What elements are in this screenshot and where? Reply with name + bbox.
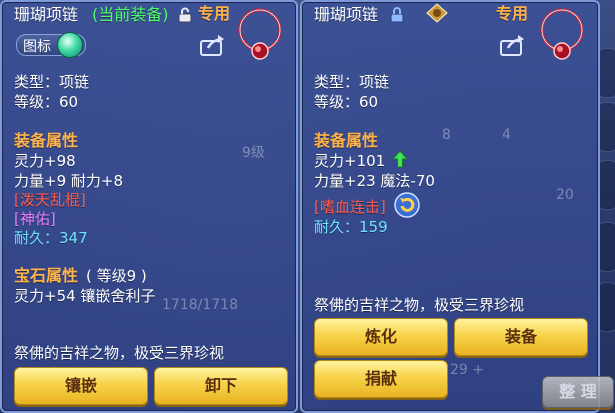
bg-level-text: 9级 — [242, 145, 265, 161]
inlay-button[interactable]: 镶嵌 — [14, 367, 148, 405]
gem-level: ( 等级9 ) — [86, 267, 147, 285]
unequip-button[interactable]: 卸下 — [154, 367, 288, 405]
attr-line-2: 力量+9 耐力+8 — [14, 172, 123, 190]
bg-num-29: 29 + — [450, 362, 484, 378]
bg-inventory-slot — [598, 160, 615, 210]
type-line: 类型：项链 — [14, 73, 90, 91]
bg-num-20: 20 — [556, 187, 574, 203]
dedicated-label: 专用 — [198, 4, 231, 23]
equipped-label: (当前装备) — [92, 5, 169, 24]
gem-header: 宝石属性 — [14, 266, 79, 285]
bg-inventory-slot — [598, 222, 615, 272]
refine-button[interactable]: 炼化 — [314, 318, 448, 356]
bg-inventory-slot — [598, 102, 615, 152]
gem-line: 灵力+54 镶嵌舍利子 — [14, 287, 156, 305]
equip-button[interactable]: 装备 — [454, 318, 588, 356]
badge-icon — [426, 3, 448, 27]
attr-line-1: 灵力+101 — [314, 152, 386, 170]
special-skill: [泼天乱棍] — [14, 191, 86, 209]
description: 祭佛的吉祥之物，极受三界珍视 — [14, 344, 225, 362]
bg-inventory-slot — [598, 48, 615, 98]
attr-header: 装备属性 — [14, 131, 79, 150]
lock-icon[interactable] — [390, 7, 404, 27]
item-name: 珊瑚项链 — [14, 5, 79, 24]
bg-num-4: 4 — [502, 127, 511, 143]
up-arrow-icon — [391, 150, 409, 172]
bg-inventory-slot — [598, 282, 615, 332]
refresh-icon[interactable] — [394, 192, 420, 222]
special-skill: [嗜血连击] — [314, 198, 386, 216]
sort-button[interactable]: 整 理 — [542, 376, 614, 408]
necklace-icon — [230, 4, 292, 70]
share-icon[interactable] — [200, 34, 226, 60]
share-icon[interactable] — [500, 34, 526, 60]
donate-button[interactable]: 捐献 — [314, 360, 448, 398]
attr-line-2: 力量+23 魔法-70 — [314, 172, 435, 190]
durability: 耐久：159 — [314, 218, 388, 236]
special-effect: [神佑] — [14, 210, 56, 228]
attr-header: 装备属性 — [314, 131, 379, 150]
compare-equipment-panel: 8 4 20 29 + 珊瑚项链 专用 类型：项链 等级：60 装备属性 灵力+… — [300, 0, 600, 413]
icon-toggle[interactable]: 图标 — [16, 32, 86, 58]
icon-toggle-label: 图标 — [23, 39, 51, 55]
current-equipment-panel: 9级 1718/1718 珊瑚项链 (当前装备) 专用 图标 类型：项链 等级：… — [0, 0, 298, 413]
necklace-icon — [532, 4, 594, 70]
lock-icon[interactable] — [178, 7, 192, 27]
type-line: 类型：项链 — [314, 73, 390, 91]
item-name: 珊瑚项链 — [314, 5, 379, 24]
level-line: 等级：60 — [14, 93, 79, 111]
bg-num-8: 8 — [442, 127, 451, 143]
attr-line-1: 灵力+98 — [14, 152, 76, 170]
bg-hp-text: 1718/1718 — [162, 297, 238, 313]
level-line: 等级：60 — [314, 93, 379, 111]
description: 祭佛的吉祥之物，极受三界珍视 — [314, 296, 525, 314]
gem-orb-icon — [57, 32, 83, 58]
durability: 耐久：347 — [14, 229, 88, 247]
dedicated-label: 专用 — [496, 4, 529, 23]
